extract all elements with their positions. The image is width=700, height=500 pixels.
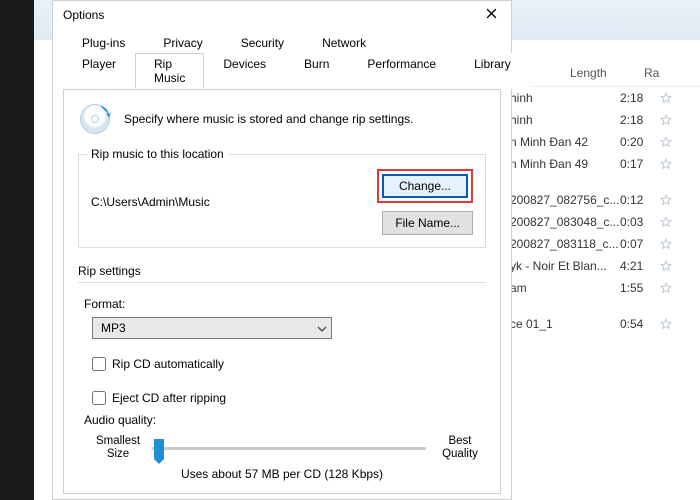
tab-devices[interactable]: Devices <box>204 53 285 89</box>
track-row[interactable]: am1:55 <box>510 277 700 299</box>
col-length[interactable]: Length <box>560 66 638 80</box>
rip-location-path: C:\Users\Admin\Music <box>91 195 210 209</box>
track-title: 200827_083118_c... <box>510 237 620 251</box>
track-length: 0:54 <box>620 317 660 331</box>
cd-rip-icon <box>78 102 112 136</box>
close-icon <box>486 8 497 22</box>
star-icon <box>660 260 672 272</box>
checkbox-eject[interactable]: Eject CD after ripping <box>92 391 486 405</box>
audio-quality-info: Uses about 57 MB per CD (128 Kbps) <box>78 467 486 481</box>
tab-network[interactable]: Network <box>303 32 385 54</box>
track-title: 200827_082756_c... <box>510 193 620 207</box>
col-rating[interactable]: Ra <box>638 66 678 80</box>
track-length: 0:12 <box>620 193 660 207</box>
group-rip-location-title: Rip music to this location <box>87 147 228 161</box>
tab-privacy[interactable]: Privacy <box>144 32 221 54</box>
star-icon <box>660 92 672 104</box>
checkbox-rip-auto-label: Rip CD automatically <box>112 357 224 371</box>
slider-max-label: Best Quality <box>434 435 486 461</box>
star-icon <box>660 318 672 330</box>
format-select[interactable]: MP3 <box>92 317 332 339</box>
track-row[interactable]: yk - Noir Et Blan...4:21 <box>510 255 700 277</box>
track-row[interactable]: hinh2:18 <box>510 109 700 131</box>
chevron-down-icon <box>317 323 327 333</box>
star-icon <box>660 238 672 250</box>
tab-burn[interactable]: Burn <box>285 53 348 89</box>
star-icon <box>660 158 672 170</box>
star-icon <box>660 216 672 228</box>
tab-security[interactable]: Security <box>222 32 303 54</box>
track-title: hinh <box>510 91 620 105</box>
track-title: n Minh Đan 49 <box>510 157 620 171</box>
track-title: hinh <box>510 113 620 127</box>
track-length: 2:18 <box>620 91 660 105</box>
change-button[interactable]: Change... <box>382 174 468 198</box>
intro-row: Specify where music is stored and change… <box>78 102 486 136</box>
star-icon <box>660 136 672 148</box>
track-length: 4:21 <box>620 259 660 273</box>
track-title: ce 01_1 <box>510 317 620 331</box>
track-list-header: Length Ra <box>510 60 700 87</box>
group-rip-settings-title: Rip settings <box>78 264 486 278</box>
star-icon <box>660 114 672 126</box>
track-length: 0:20 <box>620 135 660 149</box>
checkbox-eject-label: Eject CD after ripping <box>112 391 226 405</box>
background-left-panel <box>0 0 34 500</box>
checkbox-rip-auto-input[interactable] <box>92 357 106 371</box>
track-length: 0:03 <box>620 215 660 229</box>
track-title: 200827_083048_c... <box>510 215 620 229</box>
group-rip-location: Rip music to this location C:\Users\Admi… <box>78 154 486 248</box>
track-row[interactable]: 200827_082756_c...0:12 <box>510 189 700 211</box>
track-length: 2:18 <box>620 113 660 127</box>
star-icon <box>660 194 672 206</box>
track-row[interactable]: n Minh Đan 420:20 <box>510 131 700 153</box>
track-length: 0:07 <box>620 237 660 251</box>
format-label: Format: <box>84 297 486 311</box>
track-row[interactable]: ce 01_10:54 <box>510 313 700 335</box>
dialog-titlebar: Options <box>53 1 511 31</box>
tab-rip-music[interactable]: Rip Music <box>135 53 204 89</box>
background-track-list: Length Ra hinh2:18hinh2:18n Minh Đan 420… <box>510 60 700 335</box>
track-title: n Minh Đan 42 <box>510 135 620 149</box>
track-row[interactable]: 200827_083048_c...0:03 <box>510 211 700 233</box>
track-length: 0:17 <box>620 157 660 171</box>
change-button-highlight: Change... <box>377 169 473 203</box>
options-dialog: Options Plug-insPrivacySecurityNetwork P… <box>52 0 512 500</box>
track-row[interactable] <box>510 175 700 189</box>
slider-thumb[interactable] <box>154 439 164 459</box>
slider-min-label: Smallest Size <box>92 435 144 461</box>
tab-player[interactable]: Player <box>63 53 135 89</box>
track-length: 1:55 <box>620 281 660 295</box>
dialog-title: Options <box>63 8 104 22</box>
track-row[interactable]: 200827_083118_c...0:07 <box>510 233 700 255</box>
checkbox-rip-auto[interactable]: Rip CD automatically <box>92 357 486 371</box>
intro-text: Specify where music is stored and change… <box>124 112 413 126</box>
tab-plug-ins[interactable]: Plug-ins <box>63 32 144 54</box>
tabstrip: Plug-insPrivacySecurityNetwork PlayerRip… <box>53 31 511 90</box>
star-icon <box>660 282 672 294</box>
checkbox-eject-input[interactable] <box>92 391 106 405</box>
close-button[interactable] <box>479 5 503 25</box>
track-row[interactable]: hinh2:18 <box>510 87 700 109</box>
tab-page-rip-music: Specify where music is stored and change… <box>63 89 501 494</box>
track-title: yk - Noir Et Blan... <box>510 259 620 273</box>
format-value: MP3 <box>101 321 126 335</box>
track-row[interactable] <box>510 299 700 313</box>
audio-quality-slider[interactable] <box>152 437 426 459</box>
track-title: am <box>510 281 620 295</box>
group-divider <box>78 282 486 283</box>
tab-performance[interactable]: Performance <box>348 53 455 89</box>
group-rip-settings: Rip settings Format: MP3 Rip CD automati… <box>78 264 486 481</box>
track-row[interactable]: n Minh Đan 490:17 <box>510 153 700 175</box>
file-name-button[interactable]: File Name... <box>382 211 473 235</box>
audio-quality-slider-row: Smallest Size Best Quality <box>92 435 486 461</box>
audio-quality-label: Audio quality: <box>84 413 486 427</box>
tab-library[interactable]: Library <box>455 53 530 89</box>
